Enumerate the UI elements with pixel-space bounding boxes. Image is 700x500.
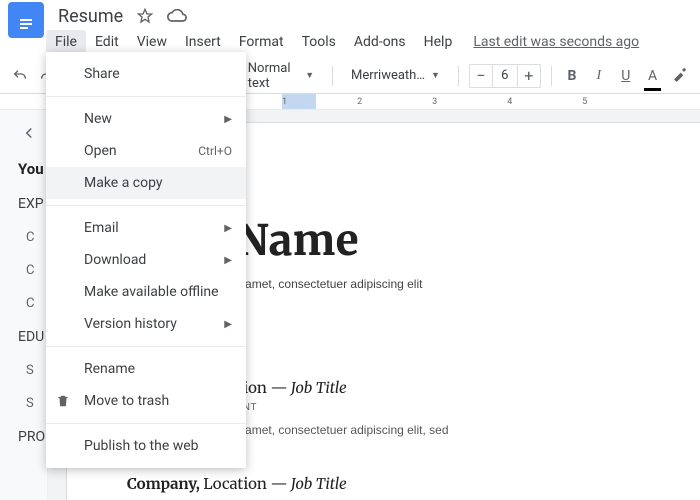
chevron-down-icon: ▼: [431, 70, 440, 81]
outline-subitem[interactable]: S: [18, 396, 34, 411]
submenu-arrow-icon: ▶: [224, 223, 232, 234]
menubar: File Edit View Insert Format Tools Add-o…: [0, 30, 700, 54]
menu-separator: [46, 423, 246, 424]
toolbar-separator: [458, 66, 459, 86]
file-menu-rename[interactable]: Rename: [46, 353, 246, 385]
company-line[interactable]: Company, Location — Job Title: [127, 475, 700, 494]
menu-edit[interactable]: Edit: [86, 30, 128, 54]
outline-section[interactable]: EXP: [18, 196, 44, 212]
menu-addons[interactable]: Add-ons: [345, 30, 415, 54]
file-menu-open[interactable]: OpenCtrl+O: [46, 135, 246, 167]
submenu-arrow-icon: ▶: [224, 114, 232, 125]
file-menu-new[interactable]: New▶: [46, 103, 246, 135]
location-text: Location: [200, 475, 271, 494]
font-family-dropdown[interactable]: Merriweath… ▼: [343, 63, 448, 89]
underline-button[interactable]: U: [615, 63, 636, 89]
job-title: Job Title: [288, 475, 347, 494]
font-size-value[interactable]: 6: [492, 65, 518, 87]
undo-button[interactable]: [10, 63, 31, 89]
font-family-label: Merriweath…: [351, 68, 425, 83]
outline-section[interactable]: PRO: [18, 429, 45, 445]
outline-subitem[interactable]: C: [18, 263, 34, 278]
ruler-tick: 4: [507, 97, 512, 107]
file-menu-email[interactable]: Email▶: [46, 212, 246, 244]
dash: —: [270, 475, 287, 494]
paragraph-style-dropdown[interactable]: Normal text ▼: [240, 63, 322, 89]
dash: —: [270, 379, 287, 398]
italic-button[interactable]: I: [588, 63, 609, 89]
last-edit-link[interactable]: Last edit was seconds ago: [473, 34, 639, 50]
toolbar-separator: [332, 66, 333, 86]
menu-separator: [46, 96, 246, 97]
cloud-saved-icon[interactable]: [167, 9, 187, 23]
highlight-button[interactable]: [669, 63, 690, 89]
ruler-tick: 5: [582, 97, 587, 107]
file-menu-dropdown: Share New▶ OpenCtrl+O Make a copy Email▶…: [46, 52, 246, 468]
file-menu-make-copy[interactable]: Make a copy: [46, 167, 246, 199]
file-menu-move-to-trash[interactable]: Move to trash: [46, 385, 246, 417]
text-color-button[interactable]: A: [642, 63, 663, 89]
menu-help[interactable]: Help: [415, 30, 462, 54]
file-menu-offline[interactable]: Make available offline: [46, 276, 246, 308]
ruler-tick: 2: [357, 97, 362, 107]
trash-icon: [56, 394, 70, 408]
toolbar-separator: [551, 66, 552, 86]
font-size-increase[interactable]: +: [518, 66, 540, 85]
outline-subitem[interactable]: S: [18, 363, 34, 378]
outline-heading[interactable]: You: [18, 160, 44, 178]
ruler-tick: 3: [432, 97, 437, 107]
bold-button[interactable]: B: [562, 63, 583, 89]
keyboard-shortcut: Ctrl+O: [198, 144, 232, 158]
file-menu-publish[interactable]: Publish to the web: [46, 430, 246, 462]
file-menu-version-history[interactable]: Version history▶: [46, 308, 246, 340]
submenu-arrow-icon: ▶: [224, 255, 232, 266]
outline-subitem[interactable]: C: [18, 230, 34, 245]
menu-tools[interactable]: Tools: [293, 30, 345, 54]
menu-separator: [46, 205, 246, 206]
docs-app-icon[interactable]: [8, 2, 44, 38]
menu-format[interactable]: Format: [230, 30, 293, 54]
submenu-arrow-icon: ▶: [224, 319, 232, 330]
menu-file[interactable]: File: [46, 30, 86, 54]
file-menu-share[interactable]: Share: [46, 58, 246, 90]
menu-view[interactable]: View: [128, 30, 176, 54]
ruler-tick: 1: [282, 97, 287, 107]
star-icon[interactable]: [137, 8, 153, 24]
font-size-decrease[interactable]: −: [470, 66, 492, 85]
outline-subitem[interactable]: C: [18, 296, 34, 311]
font-size-stepper: − 6 +: [469, 64, 541, 88]
outline-section[interactable]: EDU: [18, 329, 44, 345]
file-menu-download[interactable]: Download▶: [46, 244, 246, 276]
chevron-down-icon: ▼: [305, 70, 314, 81]
company-label: Company,: [127, 475, 200, 494]
doc-title[interactable]: Resume: [58, 6, 123, 27]
paragraph-style-label: Normal text: [248, 61, 300, 91]
outline-back-button[interactable]: [18, 124, 38, 142]
job-title: Job Title: [288, 379, 347, 398]
menu-separator: [46, 346, 246, 347]
menu-insert[interactable]: Insert: [176, 30, 230, 54]
outline-pane: You EXP C C C EDU S S PRO: [0, 110, 48, 500]
